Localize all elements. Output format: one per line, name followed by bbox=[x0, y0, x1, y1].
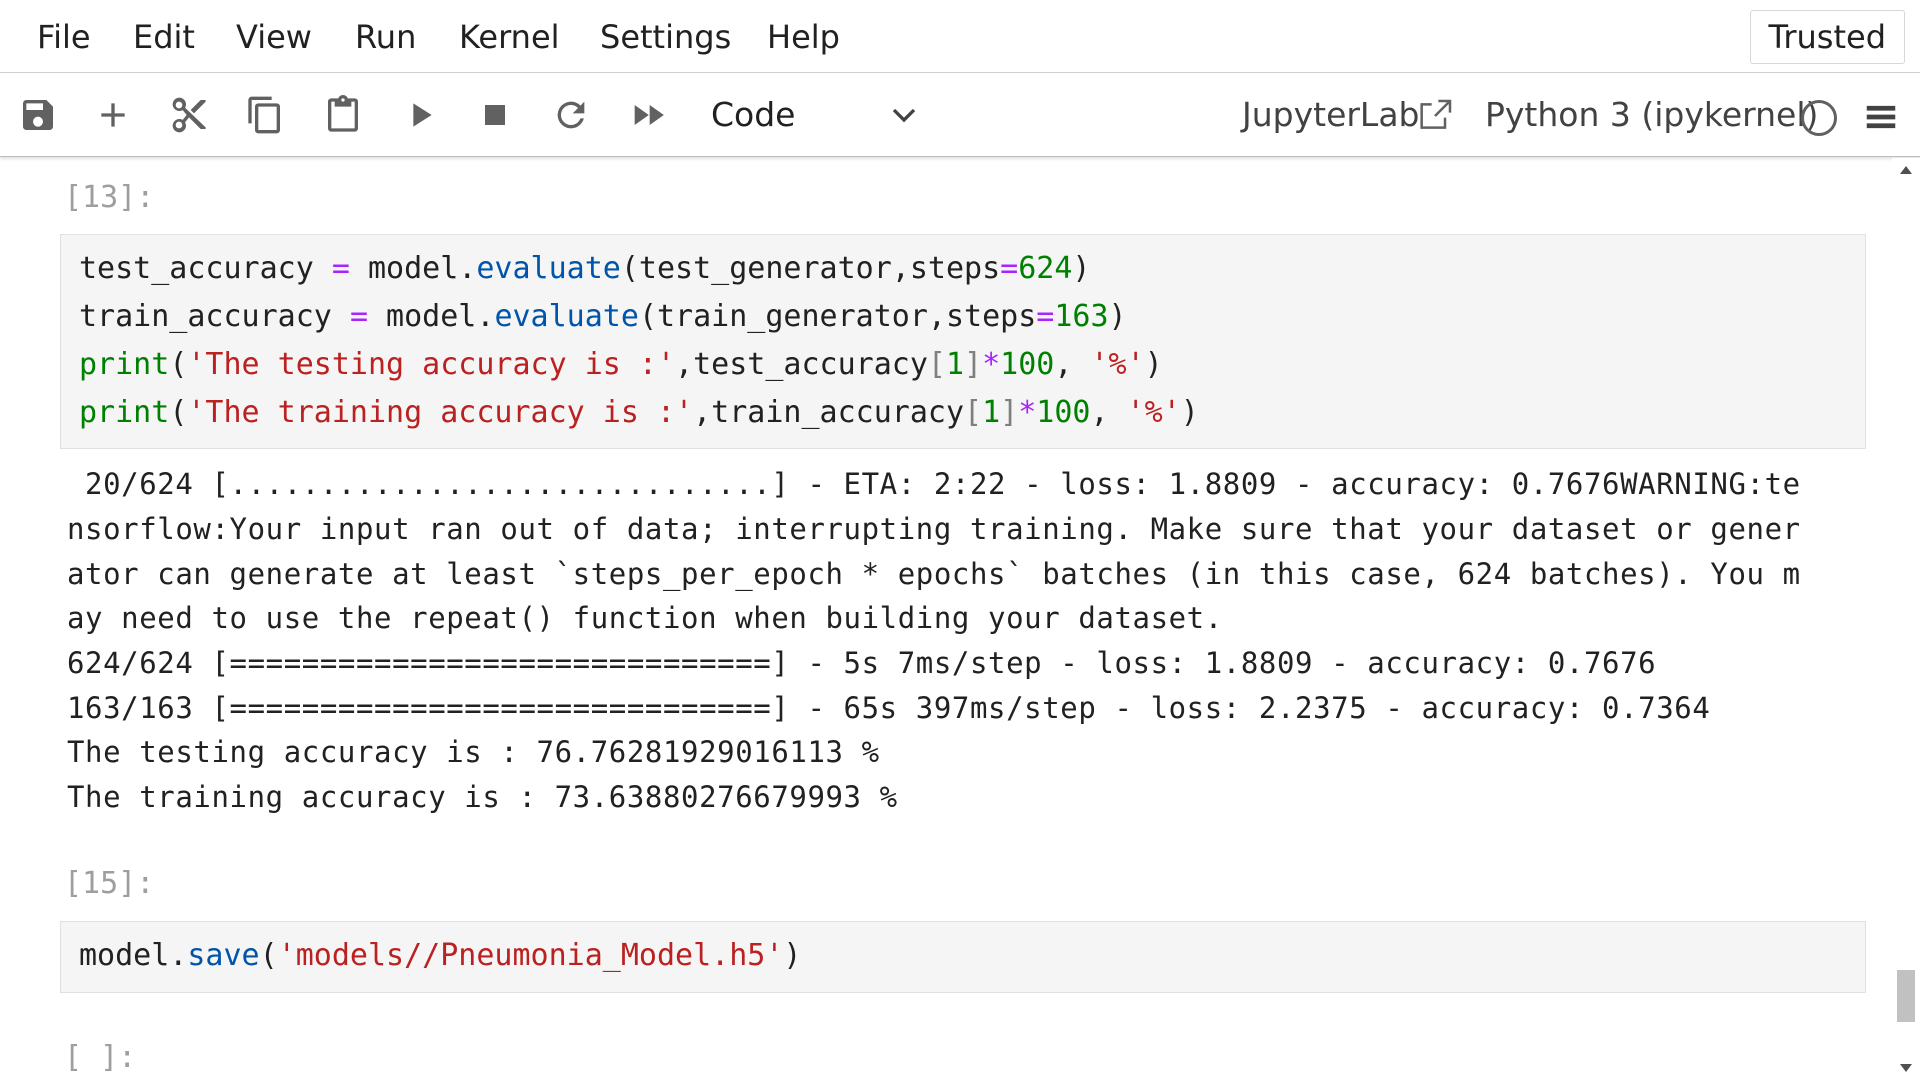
copy-button[interactable] bbox=[241, 91, 289, 139]
output-line: ay need to use the repeat() function whe… bbox=[67, 601, 1223, 635]
save-icon bbox=[23, 100, 53, 130]
hamburger-menu-icon[interactable] bbox=[1862, 98, 1900, 136]
menu-edit[interactable]: Edit bbox=[133, 18, 195, 56]
scroll-up-arrow-icon[interactable] bbox=[1900, 166, 1912, 174]
cell-type-value: Code bbox=[711, 95, 796, 134]
scrollbar-thumb[interactable] bbox=[1897, 970, 1915, 1022]
run-button[interactable] bbox=[396, 91, 444, 139]
menu-bar: File Edit View Run Kernel Settings Help … bbox=[0, 0, 1920, 73]
code-line: train_accuracy = model.evaluate(train_ge… bbox=[79, 299, 1127, 334]
notebook-toolbar: Code JupyterLab Python 3 (ipykernel) bbox=[0, 73, 1920, 157]
cell-prompt: [15]: bbox=[64, 866, 155, 901]
run-all-button[interactable] bbox=[624, 91, 672, 139]
trusted-button[interactable]: Trusted bbox=[1749, 10, 1905, 64]
cell-prompt: [13]: bbox=[64, 180, 155, 215]
menu-help[interactable]: Help bbox=[767, 18, 840, 56]
stop-icon bbox=[485, 105, 505, 125]
code-line: test_accuracy = model.evaluate(test_gene… bbox=[79, 251, 1091, 286]
kernel-name[interactable]: Python 3 (ipykernel) bbox=[1485, 91, 1818, 139]
cell-prompt: [ ]: bbox=[64, 1040, 137, 1075]
fast-forward-icon bbox=[634, 105, 664, 125]
external-link-icon[interactable] bbox=[1415, 96, 1455, 136]
code-line: print('The training accuracy is :',train… bbox=[79, 395, 1199, 430]
output-line: 163/163 [==============================]… bbox=[67, 691, 1711, 725]
jupyterlab-link[interactable]: JupyterLab bbox=[1242, 91, 1420, 139]
save-button[interactable] bbox=[14, 91, 62, 139]
run-icon bbox=[413, 103, 432, 127]
cut-button[interactable] bbox=[165, 91, 213, 139]
menu-kernel[interactable]: Kernel bbox=[459, 18, 560, 56]
code-line: model.save('models//Pneumonia_Model.h5') bbox=[79, 938, 802, 973]
cell-type-select[interactable]: Code bbox=[711, 91, 921, 139]
restart-icon bbox=[557, 101, 585, 129]
output-line: nsorflow:Your input ran out of data; int… bbox=[67, 512, 1801, 546]
kernel-status-idle-icon bbox=[1801, 100, 1837, 136]
code-line: print('The testing accuracy is :',test_a… bbox=[79, 347, 1163, 382]
output-line: 20/624 [..............................] … bbox=[67, 467, 1801, 501]
plus-icon bbox=[101, 103, 125, 127]
output-line: 624/624 [==============================]… bbox=[67, 646, 1657, 680]
scroll-down-arrow-icon[interactable] bbox=[1900, 1064, 1912, 1072]
scissors-icon bbox=[172, 97, 206, 133]
paste-icon bbox=[328, 95, 358, 132]
add-cell-button[interactable] bbox=[89, 91, 137, 139]
code-cell-editor[interactable]: model.save('models//Pneumonia_Model.h5') bbox=[60, 921, 1866, 993]
output-line: The testing accuracy is : 76.76281929016… bbox=[67, 735, 880, 769]
chevron-down-icon bbox=[892, 108, 916, 123]
restart-button[interactable] bbox=[547, 91, 595, 139]
stop-button[interactable] bbox=[471, 91, 519, 139]
menu-view[interactable]: View bbox=[236, 18, 312, 56]
output-line: The training accuracy is : 73.6388027667… bbox=[67, 780, 898, 814]
menu-settings[interactable]: Settings bbox=[600, 18, 731, 56]
output-line: ator can generate at least `steps_per_ep… bbox=[67, 557, 1801, 591]
copy-icon bbox=[248, 96, 280, 134]
code-cell-editor[interactable]: test_accuracy = model.evaluate(test_gene… bbox=[60, 234, 1866, 449]
vertical-scrollbar[interactable] bbox=[1892, 158, 1920, 1080]
menu-run[interactable]: Run bbox=[355, 18, 416, 56]
menu-file[interactable]: File bbox=[37, 18, 91, 56]
paste-button[interactable] bbox=[319, 91, 367, 139]
